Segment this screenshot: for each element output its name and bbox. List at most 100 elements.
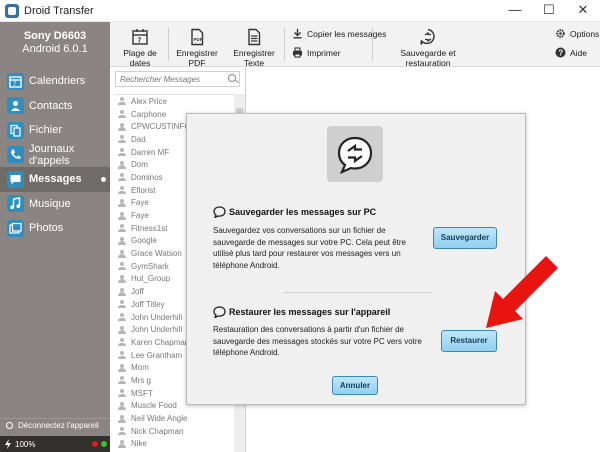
sidebar-item-label: Fichier xyxy=(29,124,63,137)
contact-name: Dom xyxy=(131,160,148,170)
help-icon: ? xyxy=(555,47,566,58)
person-icon xyxy=(118,300,126,309)
contact-name: Hut_Group xyxy=(131,274,171,284)
close-button[interactable]: ✕ xyxy=(566,0,600,22)
toolbar-divider xyxy=(168,28,169,61)
sidebar-item-label: Photos xyxy=(29,222,64,235)
contact-name: Darren MF xyxy=(131,147,170,157)
sidebar-item-messages[interactable]: Messages xyxy=(0,167,110,192)
contact-list-item[interactable]: Alex Price xyxy=(114,95,234,108)
contact-name: Joff Titley xyxy=(131,299,165,309)
calendar-icon: 7 xyxy=(7,72,24,90)
maximize-button[interactable]: ☐ xyxy=(532,0,566,22)
options-label: Options xyxy=(570,28,600,39)
contact-list-item[interactable]: Nike xyxy=(114,438,234,451)
contact-list-item[interactable]: Nick Chapman xyxy=(114,425,234,438)
contact-name: GymShark xyxy=(131,261,169,271)
svg-text:PDF: PDF xyxy=(194,37,203,42)
person-icon xyxy=(118,148,126,157)
help-label: Aide xyxy=(570,47,588,58)
sidebar-item-calendriers[interactable]: 7 Calendriers xyxy=(0,69,110,94)
save-text-label: Enregistrer Texte xyxy=(233,48,275,68)
sidebar-item-label: Messages xyxy=(29,173,82,186)
toolbar: 7 Plage de dates PDF Enregistrer PDF Enr… xyxy=(110,22,600,68)
sidebar-item-contacts[interactable]: Contacts xyxy=(0,94,110,119)
toolbar-divider xyxy=(372,28,373,61)
sidebar-item-musique[interactable]: Musique xyxy=(0,192,110,217)
contact-name: Joff xyxy=(131,287,144,297)
contact-name: Faye xyxy=(131,198,149,208)
backup-restore-icon xyxy=(327,126,383,182)
person-icon xyxy=(118,287,126,296)
status-bar: 100% xyxy=(0,436,110,452)
person-icon xyxy=(118,186,126,195)
backup-restore-icon xyxy=(420,28,435,45)
options-button[interactable]: Options xyxy=(555,28,599,39)
sidebar-item-photos[interactable]: Photos xyxy=(0,216,110,241)
person-icon xyxy=(118,110,126,119)
contact-name: Google xyxy=(131,236,157,246)
contact-list-item[interactable]: Neil Wide Angle xyxy=(114,412,234,425)
person-icon xyxy=(118,135,126,144)
copy-messages-label: Copier les messages xyxy=(307,28,387,39)
person-icon xyxy=(118,376,126,385)
save-pdf-button[interactable]: PDF Enregistrer PDF xyxy=(170,28,224,68)
person-icon xyxy=(118,351,126,360)
backup-restore-dialog: Sauvegarder les messages sur PC Sauvegar… xyxy=(186,113,526,405)
disconnect-device-button[interactable]: Déconnectez l'appareil xyxy=(0,418,110,432)
sidebar-item-fichier[interactable]: Fichier xyxy=(0,118,110,143)
phone-icon xyxy=(7,146,24,164)
download-icon xyxy=(293,29,302,39)
help-button[interactable]: ? Aide xyxy=(555,47,587,58)
print-button[interactable]: Imprimer xyxy=(292,47,341,58)
backup-restore-button[interactable]: Sauvegarde et restauration xyxy=(378,28,478,68)
print-label: Imprimer xyxy=(307,47,341,58)
person-icon xyxy=(118,274,126,283)
search-icon[interactable] xyxy=(228,74,236,82)
person-icon xyxy=(118,249,126,258)
section-divider xyxy=(283,292,433,293)
backup-restore-label: Sauvegarde et restauration xyxy=(400,48,456,68)
contact-name: Fitness1st xyxy=(131,223,168,233)
sidebar-item-label: Contacts xyxy=(29,99,73,112)
person-icon xyxy=(118,325,126,334)
restore-section-title: Restaurer les messages sur l'appareil xyxy=(213,306,390,318)
date-range-button[interactable]: 7 Plage de dates xyxy=(114,28,166,68)
photo-icon xyxy=(7,219,24,237)
search-messages-input[interactable] xyxy=(115,71,240,87)
contact-name: Dominos xyxy=(131,172,163,182)
contact-name: Mrs g xyxy=(131,375,151,385)
save-text-button[interactable]: Enregistrer Texte xyxy=(226,28,282,68)
restore-description: Restauration des conversations à partir … xyxy=(213,325,422,357)
person-icon xyxy=(118,224,126,233)
charging-icon xyxy=(5,439,11,449)
contact-name: John Underhill xyxy=(131,325,183,335)
music-icon xyxy=(7,195,24,213)
app-logo-icon xyxy=(5,4,19,18)
contact-name: Eflorist xyxy=(131,185,156,195)
status-led-red-icon xyxy=(92,441,98,447)
person-icon xyxy=(118,262,126,271)
file-icon xyxy=(7,121,24,139)
backup-button[interactable]: Sauvegarder xyxy=(433,227,497,249)
minimize-button[interactable]: — xyxy=(498,0,532,22)
contact-name: Muscle Food xyxy=(131,401,177,411)
person-icon xyxy=(118,122,126,131)
contact-name: Grace Watson xyxy=(131,249,182,259)
date-range-label: Plage de dates xyxy=(123,48,157,68)
contact-name: Mom xyxy=(131,363,149,373)
sidebar-item-label: Musique xyxy=(29,197,71,210)
sidebar: Sony D6603 Android 6.0.1 7 Calendriers C… xyxy=(0,22,110,452)
chat-bubble-icon xyxy=(213,306,226,318)
disconnect-label: Déconnectez l'appareil xyxy=(18,421,99,430)
person-icon xyxy=(118,236,126,245)
person-icon xyxy=(118,160,126,169)
person-icon xyxy=(118,389,126,398)
device-name: Sony D6603 xyxy=(23,30,87,42)
backup-description: Sauvegardez vos conversations sur un fic… xyxy=(213,226,406,270)
contact-name: Faye xyxy=(131,211,149,221)
cancel-button[interactable]: Annuler xyxy=(332,376,378,395)
person-icon xyxy=(118,313,126,322)
sidebar-item-journaux[interactable]: Journaux d'appels xyxy=(0,143,110,168)
person-icon xyxy=(118,401,126,410)
